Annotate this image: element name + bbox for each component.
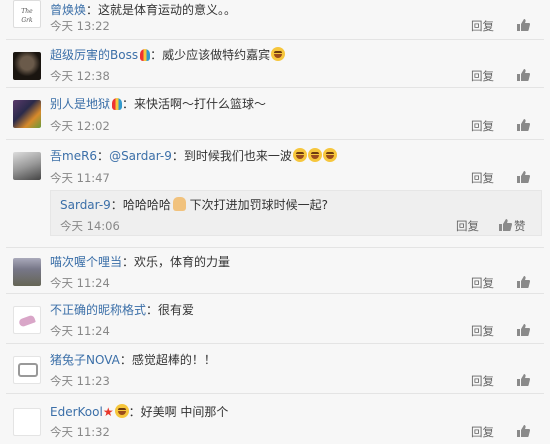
username[interactable]: 别人是地狱 — [50, 97, 110, 111]
ok-hand-emoji-icon — [172, 197, 186, 211]
timestamp: 今天 11:47 — [50, 171, 110, 185]
comment-text: 欢乐，体育的力量 — [134, 255, 231, 269]
grinning-emoji-icon — [271, 47, 286, 61]
avatar[interactable] — [13, 100, 41, 128]
reply-button[interactable]: 回复 — [456, 219, 479, 233]
comment-item: 别人是地狱 ：来快活啊～打什么篮球～ 今天 12:02 回复 — [0, 88, 550, 140]
mention-link[interactable]: @Sardar-9 — [109, 149, 172, 163]
comment-item: EderKool★ ：好美啊 中间那个 今天 11:32 回复 — [0, 394, 550, 444]
username[interactable]: 不正确的昵称格式 — [50, 303, 146, 317]
comment-text: 来快活啊～打什么篮球～ — [134, 97, 267, 111]
avatar[interactable] — [13, 306, 41, 334]
comment-text: 感觉超棒的！！ — [131, 353, 216, 367]
username[interactable]: Sardar-9 — [60, 198, 111, 212]
username[interactable]: 吾meR6 — [50, 149, 97, 163]
avatar[interactable] — [13, 356, 41, 384]
timestamp: 今天 11:23 — [50, 374, 110, 388]
comment-text: 下次打进加罚球时候一起? — [189, 198, 329, 212]
reply-button[interactable]: 回复 — [471, 19, 494, 33]
comment-text: 到时候我们也来一波 — [183, 149, 292, 163]
comment-text: 很有爱 — [158, 303, 195, 317]
username[interactable]: 猪兔子NOVA — [50, 353, 120, 367]
reply-button[interactable]: 回复 — [471, 425, 494, 439]
reply-button[interactable]: 回复 — [471, 171, 494, 185]
comment-item: 超级厉害的Boss ：威少应该做特约嘉宾 今天 12:38 回复 — [0, 40, 550, 88]
timestamp: 今天 11:32 — [50, 425, 110, 439]
username[interactable]: 喵次喔个哩当 — [50, 255, 122, 269]
thumbs-up-icon[interactable] — [498, 218, 512, 232]
reply-button[interactable]: 回复 — [471, 324, 494, 338]
username[interactable]: 超级厉害的Boss — [50, 48, 138, 62]
grinning-emoji-icon — [322, 148, 337, 162]
timestamp: 今天 12:38 — [50, 69, 110, 83]
grinning-emoji-icon — [307, 148, 322, 162]
timestamp: 今天 13:22 — [50, 19, 110, 33]
avatar[interactable] — [13, 408, 41, 436]
thumbs-up-icon[interactable] — [516, 275, 530, 289]
grinning-emoji-icon — [292, 148, 307, 162]
comment-text: 好美啊 中间那个 — [140, 405, 229, 419]
bulb-badge-icon — [140, 49, 151, 61]
grinning-emoji-icon — [114, 404, 129, 418]
avatar[interactable] — [13, 258, 41, 286]
timestamp: 今天 11:24 — [50, 324, 110, 338]
comment-text: 威少应该做特约嘉宾 — [162, 48, 271, 62]
comment-item: The Grk 曾焕焕：这就是体育运动的意义。。 今天 13:22 回复 — [0, 0, 550, 40]
reply-button[interactable]: 回复 — [471, 69, 494, 83]
comment-item: 不正确的昵称格式：很有爱 今天 11:24 回复 — [0, 294, 550, 344]
thumbs-up-icon[interactable] — [516, 18, 530, 32]
reply-button[interactable]: 回复 — [471, 119, 494, 133]
comment-text: 这就是体育运动的意义。。 — [98, 3, 237, 17]
thumbs-up-icon[interactable] — [516, 424, 530, 438]
comment-item: 吾meR6：@Sardar-9：到时候我们也来一波 今天 11:47 回复 Sa… — [0, 140, 550, 248]
thumbs-up-icon[interactable] — [516, 323, 530, 337]
like-label[interactable]: 赞 — [514, 219, 526, 233]
thumbs-up-icon[interactable] — [516, 68, 530, 82]
reply-button[interactable]: 回复 — [471, 374, 494, 388]
thumbs-up-icon[interactable] — [516, 373, 530, 387]
thumbs-up-icon[interactable] — [516, 118, 530, 132]
avatar[interactable]: The Grk — [13, 0, 41, 28]
avatar[interactable] — [13, 152, 41, 180]
timestamp: 今天 14:06 — [60, 219, 120, 233]
thumbs-up-icon[interactable] — [516, 170, 530, 184]
comment-feed: The Grk 曾焕焕：这就是体育运动的意义。。 今天 13:22 回复 超级厉害… — [0, 0, 550, 444]
timestamp: 今天 12:02 — [50, 119, 110, 133]
username[interactable]: EderKool — [50, 405, 103, 419]
nested-reply: Sardar-9：哈哈哈哈 下次打进加罚球时候一起? 今天 14:06 回复 赞 — [50, 190, 542, 236]
star-badge-icon: ★ — [102, 405, 114, 419]
avatar[interactable] — [13, 52, 41, 80]
reply-button[interactable]: 回复 — [471, 276, 494, 290]
username[interactable]: 曾焕焕 — [50, 3, 86, 17]
comment-text: 哈哈哈哈 — [122, 198, 171, 212]
timestamp: 今天 11:24 — [50, 276, 110, 290]
bulb-badge-icon — [112, 98, 123, 110]
comment-item: 喵次喔个哩当：欢乐，体育的力量 今天 11:24 回复 — [0, 248, 550, 294]
comment-item: 猪兔子NOVA：感觉超棒的！！ 今天 11:23 回复 — [0, 344, 550, 394]
